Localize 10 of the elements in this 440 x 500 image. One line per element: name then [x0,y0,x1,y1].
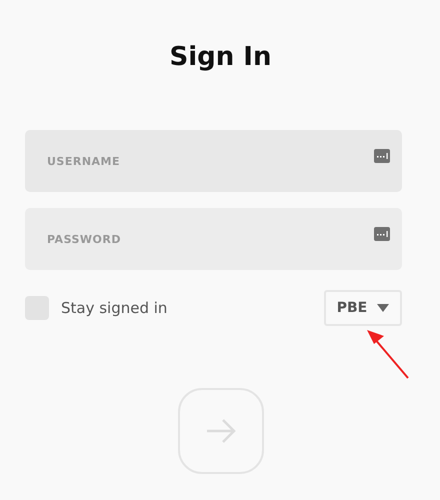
sign-in-title: Sign In [168,41,272,70]
keyboard-icon [374,149,390,163]
caret-icon [377,304,390,312]
input-field[interactable]: USERNAME [25,130,402,192]
arrow-right-icon [206,419,236,443]
input-field[interactable]: PASSWORD [25,208,402,270]
checkbox-label: Stay signed in [61,299,168,317]
keyboard-icon [374,227,390,241]
annotation-arrow [364,328,410,380]
region-dropdown[interactable]: PBE [324,290,402,326]
